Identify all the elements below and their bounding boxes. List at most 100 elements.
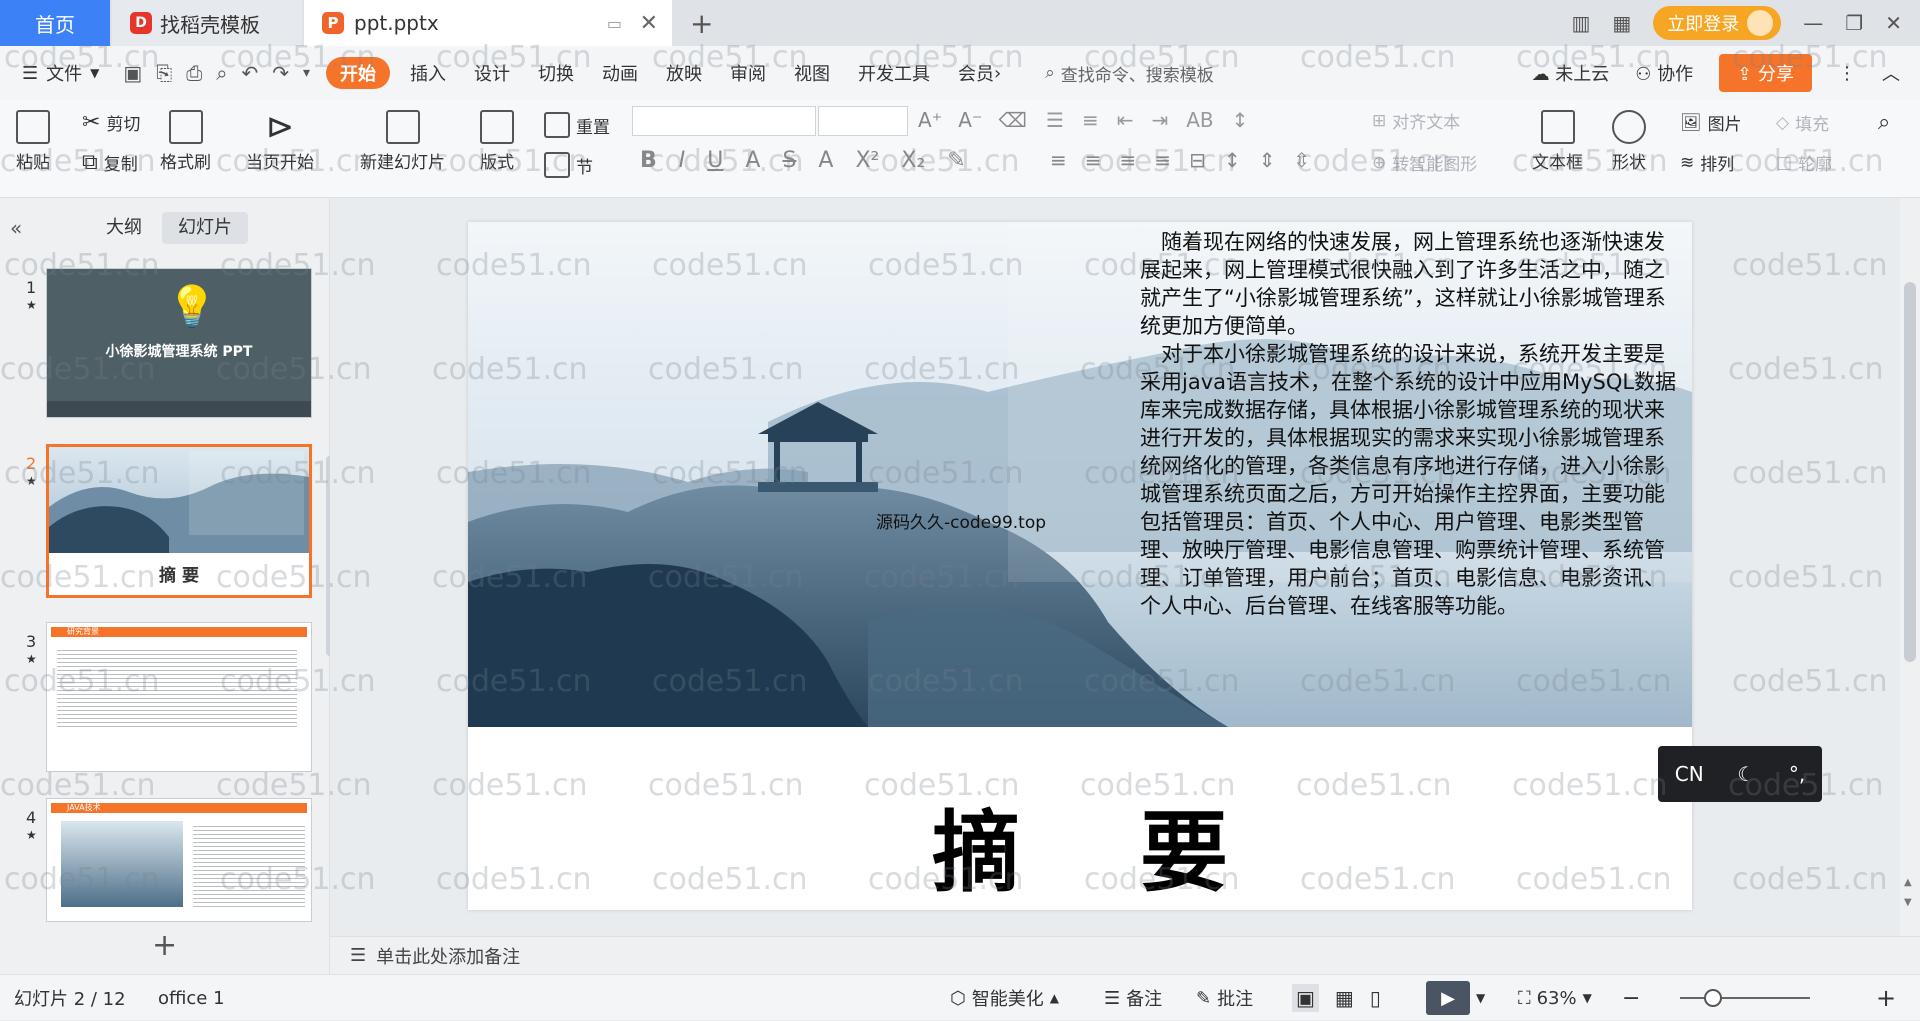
bullet-list-icon[interactable]: ☰ [1046,108,1064,132]
outdent-icon[interactable]: ⇤ [1117,108,1134,132]
layout-icon[interactable]: ▥ [1571,11,1590,35]
cloud-status[interactable]: ☁ 未上云 [1532,60,1610,86]
align-center-icon[interactable]: ≡ [1085,148,1102,172]
superscript-icon[interactable]: X² [855,148,879,173]
layout-button[interactable]: 版式 [480,110,514,173]
shape-button[interactable]: 形状 [1612,110,1646,173]
font-size-select[interactable] [818,106,908,136]
file-menu[interactable]: ☰ 文件 ▼ [0,57,113,89]
restore-icon[interactable]: ❐ [1845,11,1863,35]
font-family-select[interactable] [632,106,816,136]
menu-transition[interactable]: 切换 [524,57,588,89]
distribute-icon[interactable]: ⊟ [1189,148,1206,172]
window-pin-icon[interactable]: ▭ [607,14,622,33]
collapse-ribbon-icon[interactable]: ︿ [1882,60,1900,86]
slide-thumbnail-2[interactable]: 摘 要 [46,444,312,598]
menu-animation[interactable]: 动画 [588,57,652,89]
text-shadow-icon[interactable]: A [745,148,760,173]
fill-button[interactable]: ◇ 填充 [1776,110,1829,136]
customize-chevron-icon[interactable]: ▾ [303,65,310,81]
tab-outline[interactable]: 大纲 [90,212,158,244]
punctuation-icon[interactable]: °, [1789,762,1805,786]
tab-slides[interactable]: 幻灯片 [162,212,248,244]
decrease-font-icon[interactable]: A⁻ [958,108,982,132]
picture-button[interactable]: 🖼 图片 [1680,110,1742,136]
spacing-after-icon[interactable]: ⇳ [1293,148,1310,172]
play-current-button[interactable]: ⊳ 当页开始 [246,110,314,173]
grid-apps-icon[interactable]: ▦ [1612,11,1631,35]
menu-developer[interactable]: 开发工具 [844,57,944,89]
tab-document[interactable]: P ppt.pptx ▭ ✕ [304,0,672,46]
zoom-slider-handle[interactable] [1704,989,1722,1007]
zoom-out-icon[interactable]: − [1622,975,1640,1021]
menu-view[interactable]: 视图 [780,57,844,89]
menu-slideshow[interactable]: 放映 [652,57,716,89]
justify-icon[interactable]: ≡ [1154,148,1171,172]
menu-design[interactable]: 设计 [460,57,524,89]
notes-toggle-button[interactable]: ☰ 备注 [1104,975,1162,1021]
ime-toolbar[interactable]: CN ☾ °, [1658,746,1822,802]
save-icon[interactable]: ▣ [123,61,142,85]
canvas-scrollbar[interactable]: ▲ ▼ [1900,198,1920,936]
beautify-button[interactable]: ⬡ 智能美化 ▲ [950,975,1059,1021]
align-left-icon[interactable]: ≡ [1050,148,1067,172]
copy-button[interactable]: ⧉ 复制 [82,150,138,175]
clear-format-icon[interactable]: ⌫ [999,108,1027,132]
outline-button[interactable]: □ 轮廓 [1776,150,1832,176]
line-spacing-icon[interactable]: ↕ [1232,108,1249,132]
subscript-icon[interactable]: X₂ [901,148,925,173]
section-button[interactable]: 节 [544,152,593,178]
new-slide-button[interactable]: 新建幻灯片 [360,110,445,173]
align-right-icon[interactable]: ≡ [1120,148,1137,172]
slide-sorter-icon[interactable]: ▦ [1335,986,1354,1010]
paste-button[interactable]: 粘贴 [16,110,50,173]
numbered-list-icon[interactable]: ≡ [1082,108,1099,132]
tab-template[interactable]: D 找稻壳模板 [112,0,302,46]
print-icon[interactable]: ⎙ [186,61,202,85]
find-icon[interactable]: ⌕ [1878,110,1890,135]
close-tab-icon[interactable]: ✕ [640,11,658,36]
reset-button[interactable]: 重置 [544,112,610,138]
slide-title[interactable]: 摘要 [468,782,1692,909]
more-icon[interactable]: ⋮ [1838,63,1856,84]
font-color-icon[interactable]: A [818,148,833,173]
scrollbar-thumb[interactable] [1904,282,1916,662]
slide-thumbnail-1[interactable]: 💡 小徐影城管理系统 PPT [46,268,312,418]
paragraph-spacing-icon[interactable]: ↕ [1224,148,1241,172]
smart-graphic-button[interactable]: ⊕ 转智能图形 [1372,150,1477,176]
slideshow-button[interactable]: ▶ ▼ [1426,975,1485,1021]
text-direction-icon[interactable]: AB [1186,108,1213,132]
slide-thumbnail-4[interactable]: JAVA技术 [46,798,312,922]
next-slide-icon[interactable]: ▼ [1904,897,1912,908]
reading-view-icon[interactable]: ▯ [1370,986,1381,1010]
collab-button[interactable]: ⚇ 协作 [1635,60,1693,86]
prev-slide-icon[interactable]: ▲ [1904,877,1912,888]
align-text-button[interactable]: ⊞ 对齐文本 [1372,108,1460,134]
add-slide-icon[interactable]: + [152,928,177,963]
italic-icon[interactable]: I [679,148,686,173]
highlight-icon[interactable]: ✎ [947,148,965,173]
login-button[interactable]: 立即登录 [1653,6,1782,40]
redo-icon[interactable]: ↷ [272,61,289,85]
arrange-button[interactable]: ≋ 排列 [1680,150,1734,176]
slide-thumbnail-3[interactable]: 研究背景 [46,622,312,772]
tab-home[interactable]: 首页 [0,0,110,46]
current-slide[interactable]: 随着现在网络的快速发展，网上管理系统也逐渐快速发展起来，网上管理模式很快融入到了… [468,222,1692,910]
fit-window-button[interactable]: ⛶ 63% ▼ [1518,975,1592,1021]
normal-view-icon[interactable]: ▣ [1292,984,1319,1012]
menu-review[interactable]: 审阅 [716,57,780,89]
undo-icon[interactable]: ↶ [241,61,258,85]
format-painter-button[interactable]: 格式刷 [160,110,211,173]
comment-button[interactable]: ✎ 批注 [1196,975,1253,1021]
summary-text-box[interactable]: 随着现在网络的快速发展，网上管理系统也逐渐快速发展起来，网上管理模式很快融入到了… [1140,228,1680,620]
indent-icon[interactable]: ⇥ [1151,108,1168,132]
minimize-icon[interactable]: — [1803,11,1823,35]
increase-font-icon[interactable]: A⁺ [918,108,942,132]
export-pdf-icon[interactable]: ⎘ [156,61,172,85]
menu-insert[interactable]: 插入 [396,57,460,89]
zoom-in-icon[interactable]: + [1876,975,1896,1021]
zoom-slider-track[interactable] [1680,997,1810,999]
notes-pane[interactable]: ☰ 单击此处添加备注 [330,936,1920,974]
strikethrough-icon[interactable]: S [782,148,796,173]
menu-member[interactable]: 会员 › [944,57,1015,89]
